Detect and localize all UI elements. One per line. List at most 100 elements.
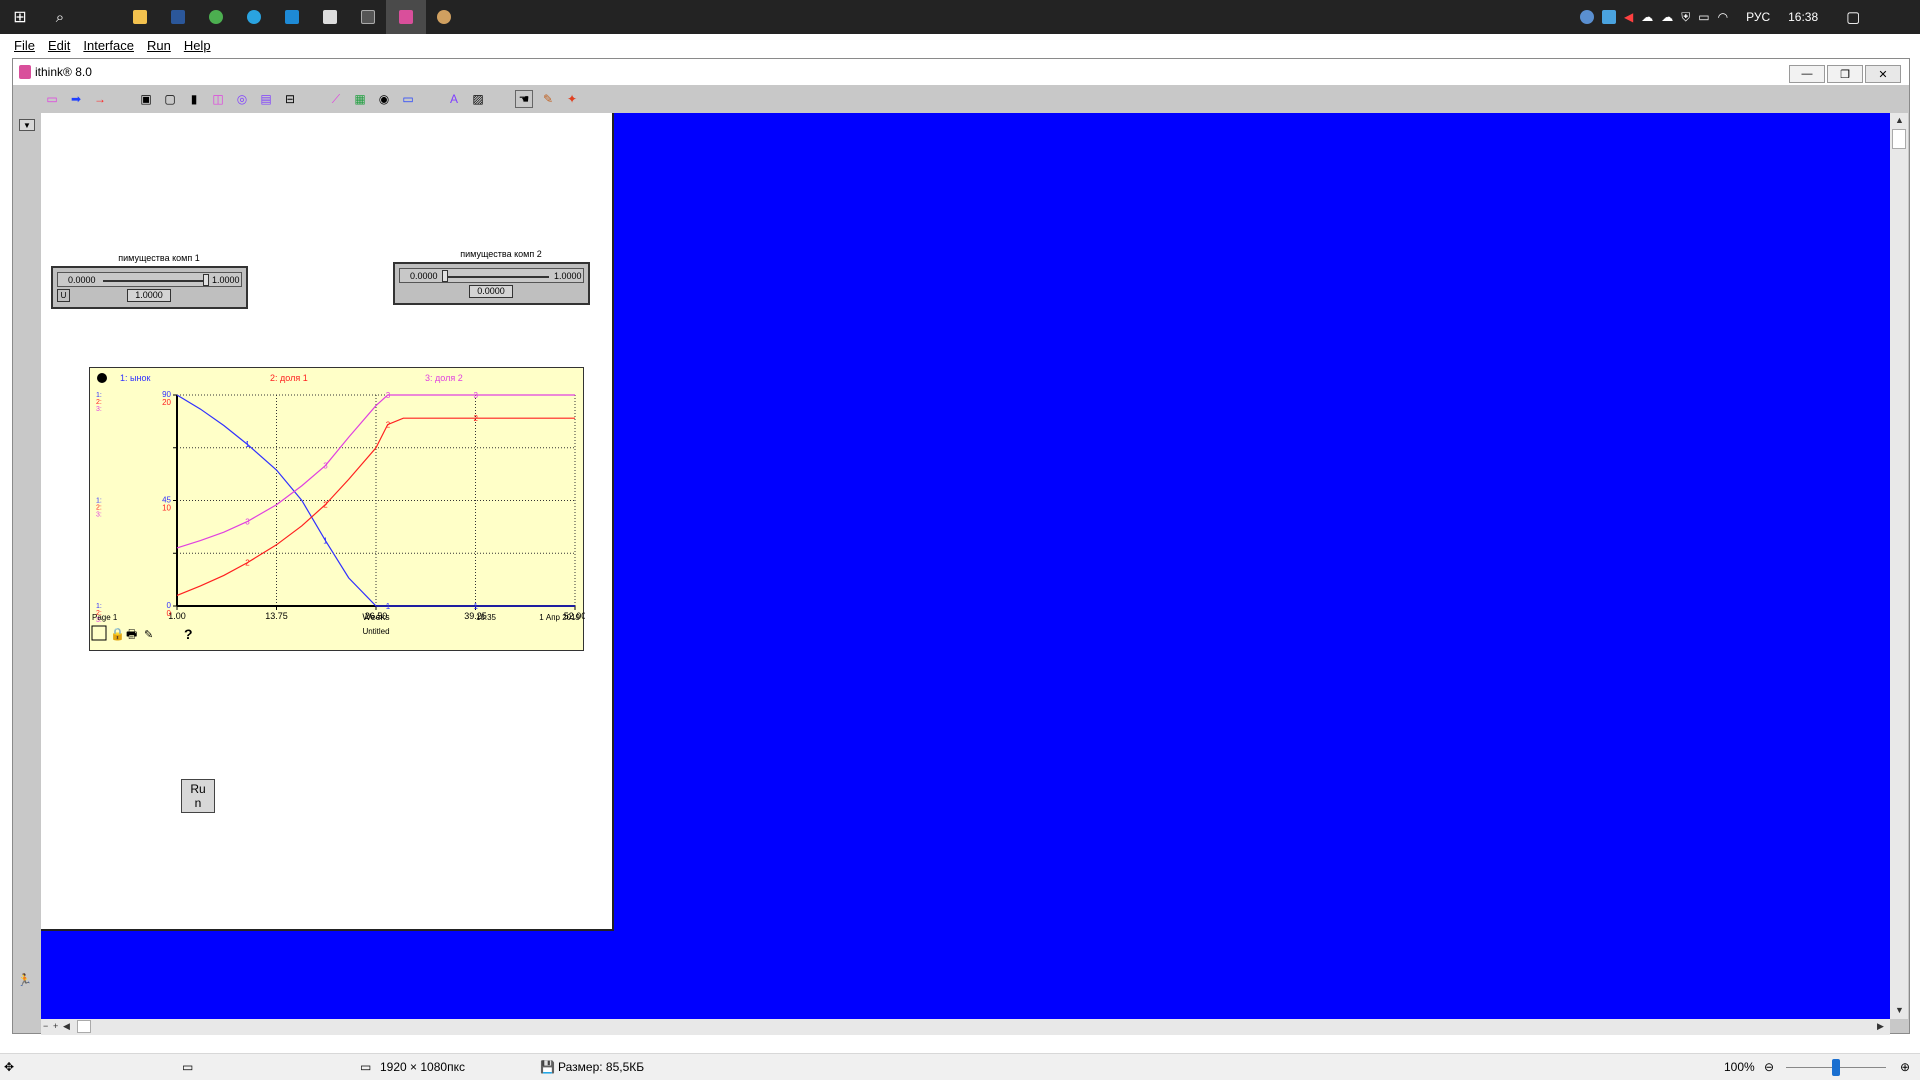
windows-start-button[interactable]: ⊞ [0, 0, 40, 34]
vertical-scrollbar[interactable]: ▲ ▼ [1890, 113, 1908, 1019]
search-button[interactable]: ⌕ [40, 0, 80, 34]
table-tool[interactable]: ▦ [351, 90, 369, 108]
telegram-button[interactable] [234, 0, 274, 34]
onedrive-icon-2[interactable]: ☁ [1661, 10, 1673, 24]
notifications-icon[interactable]: ▢ [1846, 8, 1860, 26]
run-controller-button[interactable]: 🏃 [17, 973, 37, 989]
horizontal-scroll-thumb[interactable] [77, 1020, 91, 1033]
menu-run[interactable]: Run [147, 38, 171, 53]
slider-1-thumb[interactable] [203, 274, 209, 286]
graph-tool[interactable]: ⟋ [327, 90, 345, 108]
search-icon: ⌕ [55, 8, 65, 26]
ithink-logo-icon [19, 65, 31, 79]
graphical-input-tool[interactable]: ◫ [209, 90, 227, 108]
menu-file[interactable]: File [14, 38, 35, 53]
connector-arrow-icon: → [94, 92, 106, 106]
volume-muted-icon[interactable]: ◀ [1624, 10, 1633, 24]
slider-2[interactable]: 0.0000 1.0000 0.0000 [393, 262, 590, 305]
paintbrush-tool[interactable]: ✎ [539, 90, 557, 108]
slider-2-thumb[interactable] [442, 270, 448, 282]
vscode-button[interactable] [272, 0, 312, 34]
slider-2-value[interactable]: 0.0000 [469, 285, 513, 298]
slider-1-track[interactable] [103, 280, 207, 282]
picture-icon: ▨ [472, 92, 484, 106]
graph-pad[interactable]: 111122223333 1.00 13.75 26.50 39.25 52.00 90 4… [89, 367, 585, 651]
slider-2-track-area[interactable]: 0.0000 1.0000 [399, 268, 584, 283]
window-titlebar[interactable]: ithink® 8.0 — ❐ ✕ [13, 59, 1909, 85]
left-gutter: ▼ 🏃 [13, 113, 41, 1001]
list-input-icon: ▤ [260, 92, 272, 106]
slider-tool[interactable]: ▮ [185, 90, 203, 108]
menu-interface[interactable]: Interface [83, 38, 134, 53]
onedrive-icon[interactable]: ☁ [1641, 10, 1653, 24]
axis-series-marker: 3: [96, 406, 102, 413]
series-point-marker: 2 [474, 414, 479, 423]
network-app-icon[interactable] [1602, 10, 1616, 24]
slider-1-title: пимущества комп 1 [118, 253, 200, 263]
scroll-up-icon[interactable]: ▲ [1895, 115, 1904, 125]
switch-tool[interactable]: ⊟ [281, 90, 299, 108]
zoom-slider-thumb[interactable] [1832, 1059, 1840, 1076]
app-button[interactable] [310, 0, 350, 34]
level-toggle-button[interactable]: ▼ [19, 119, 35, 131]
menu-help[interactable]: Help [184, 38, 211, 53]
flow-tool[interactable]: ➡ [67, 90, 85, 108]
frame-tool[interactable]: ▢ [161, 90, 179, 108]
cloud-icon[interactable] [1580, 10, 1594, 24]
run-button[interactable]: Ru n [181, 779, 215, 813]
chrome-button[interactable] [196, 0, 236, 34]
slider-1-value[interactable]: 1.0000 [127, 289, 171, 302]
windows-start-icon: ⊞ [13, 9, 27, 26]
paint-button[interactable] [424, 0, 464, 34]
picture-tool[interactable]: ▨ [469, 90, 487, 108]
slider-2-track[interactable] [445, 276, 549, 278]
slider-1-undo-button[interactable]: U [57, 289, 70, 302]
scroll-right-icon[interactable]: ▶ [1877, 1021, 1884, 1032]
scroll-left-icon[interactable]: ◀ [63, 1021, 70, 1032]
stock-tool[interactable]: ▭ [43, 90, 61, 108]
zoom-out-icon[interactable]: − [43, 1021, 48, 1031]
zoom-in-button[interactable]: ⊕ [1900, 1060, 1910, 1074]
warning-tool[interactable]: ▭ [399, 90, 417, 108]
battery-icon[interactable]: ▭ [1698, 10, 1709, 24]
wifi-icon[interactable]: ◠ [1718, 10, 1728, 24]
slider-1-min: 0.0000 [68, 275, 96, 285]
file-size-icon: 💾 [540, 1060, 555, 1074]
slider-1[interactable]: 0.0000 1.0000 U 1.0000 [51, 266, 248, 309]
dynamite-tool[interactable]: ✦ [563, 90, 581, 108]
numeric-display-tool[interactable]: ◉ [375, 90, 393, 108]
graph-footer: Untitled [362, 627, 389, 636]
list-input-tool[interactable]: ▤ [257, 90, 275, 108]
menu-edit[interactable]: Edit [48, 38, 70, 53]
knob-icon: ◎ [236, 92, 248, 106]
word-button[interactable] [158, 0, 198, 34]
language-indicator[interactable]: РУС [1746, 10, 1770, 24]
zoom-in-icon[interactable]: + [53, 1021, 58, 1031]
file-explorer-button[interactable] [120, 0, 160, 34]
terminal-button[interactable] [348, 0, 388, 34]
hand-tool[interactable]: ☚ [515, 90, 533, 108]
status-bar: ✥ ▭ ▭ 1920 × 1080пкс 💾 Размер: 85,5КБ 10… [0, 1053, 1920, 1080]
numeric-display-icon: ◉ [378, 92, 390, 106]
ithink-taskbar-button[interactable] [386, 0, 426, 34]
slider-2-max: 1.0000 [554, 271, 582, 281]
button-tool[interactable]: ▣ [137, 90, 155, 108]
slider-1-track-area[interactable]: 0.0000 1.0000 [57, 272, 242, 287]
text-tool[interactable]: A [445, 90, 463, 108]
series-point-marker: 1 [474, 602, 479, 611]
legend-series-1: 1: ынок [120, 373, 150, 383]
vertical-scroll-thumb[interactable] [1892, 129, 1906, 149]
zoom-out-button[interactable]: ⊖ [1764, 1060, 1774, 1074]
series-point-marker: 3 [245, 518, 250, 527]
series-point-marker: 3 [474, 391, 479, 400]
scroll-down-icon[interactable]: ▼ [1895, 1005, 1904, 1015]
restore-button[interactable]: ❐ [1827, 65, 1863, 83]
series-point-marker: 2 [323, 501, 328, 510]
clock[interactable]: 16:38 [1788, 10, 1818, 24]
close-button[interactable]: ✕ [1865, 65, 1901, 83]
connector-tool[interactable]: → [91, 90, 109, 108]
knob-tool[interactable]: ◎ [233, 90, 251, 108]
horizontal-scrollbar[interactable]: − + ◀ ▶ [41, 1019, 1890, 1035]
minimize-button[interactable]: — [1789, 65, 1825, 83]
shield-icon[interactable]: ⛨ [1681, 10, 1690, 25]
